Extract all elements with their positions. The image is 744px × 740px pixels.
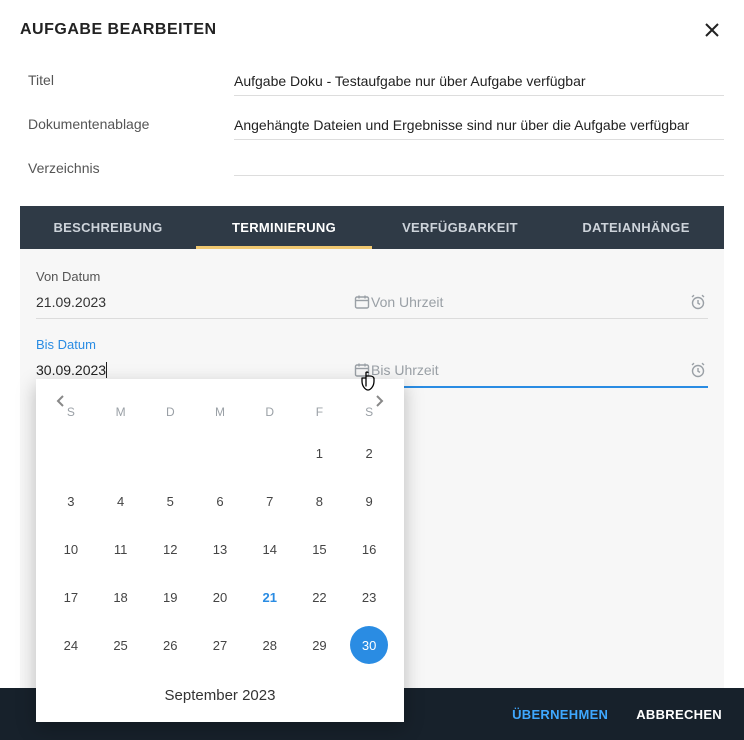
from-time-placeholder[interactable]: Von Uhrzeit (371, 294, 443, 310)
close-button[interactable] (700, 18, 724, 42)
to-date-input[interactable]: 30.09.2023 (36, 360, 106, 380)
calendar-day[interactable]: 20 (195, 573, 245, 621)
calendar-day (245, 429, 295, 477)
calendar-dow: D (245, 405, 295, 419)
calendar-dow: D (145, 405, 195, 419)
calendar-day[interactable]: 6 (195, 477, 245, 525)
calendar-day[interactable]: 12 (145, 525, 195, 573)
calendar-day[interactable]: 21 (245, 573, 295, 621)
calendar-day[interactable]: 10 (46, 525, 96, 573)
calendar-day[interactable]: 5 (145, 477, 195, 525)
title-label: Titel (28, 72, 234, 88)
calendar-icon[interactable] (353, 293, 371, 311)
from-date-label: Von Datum (36, 269, 708, 284)
calendar-icon[interactable] (353, 361, 371, 379)
text-caret (106, 362, 107, 378)
calendar-dow: M (195, 405, 245, 419)
calendar-day[interactable]: 11 (96, 525, 146, 573)
from-date-input[interactable] (36, 292, 353, 312)
calendar-day[interactable]: 16 (344, 525, 394, 573)
tab-availability[interactable]: VERFÜGBARKEIT (372, 206, 548, 249)
to-time-placeholder[interactable]: Bis Uhrzeit (371, 362, 439, 378)
calendar-dow: S (46, 405, 96, 419)
close-icon (704, 22, 720, 38)
calendar-day[interactable]: 29 (295, 621, 345, 669)
calendar-day (145, 429, 195, 477)
tabs: BESCHREIBUNG TERMINIERUNG VERFÜGBARKEIT … (20, 206, 724, 249)
calendar-day (195, 429, 245, 477)
ok-button[interactable]: ÜBERNEHMEN (512, 707, 608, 722)
calendar-dow: M (96, 405, 146, 419)
directory-label: Verzeichnis (28, 160, 234, 176)
calendar-day[interactable]: 27 (195, 621, 245, 669)
calendar-day[interactable]: 28 (245, 621, 295, 669)
calendar-popup: SMDMDFS 12345678910111213141516171819202… (36, 379, 404, 722)
tab-scheduling[interactable]: TERMINIERUNG (196, 206, 372, 249)
tab-attachments[interactable]: DATEIANHÄNGE (548, 206, 724, 249)
title-value[interactable]: Aufgabe Doku - Testaufgabe nur über Aufg… (234, 65, 724, 96)
alarm-icon[interactable] (688, 292, 708, 312)
docstore-value[interactable]: Angehängte Dateien und Ergebnisse sind n… (234, 109, 724, 140)
calendar-day (96, 429, 146, 477)
calendar-day[interactable]: 1 (295, 429, 345, 477)
calendar-day[interactable]: 17 (46, 573, 96, 621)
calendar-day[interactable]: 19 (145, 573, 195, 621)
calendar-day (46, 429, 96, 477)
calendar-day[interactable]: 15 (295, 525, 345, 573)
directory-value[interactable] (234, 161, 724, 176)
cancel-button[interactable]: ABBRECHEN (636, 707, 722, 722)
calendar-day[interactable]: 18 (96, 573, 146, 621)
calendar-day[interactable]: 23 (344, 573, 394, 621)
dialog-title: AUFGABE BEARBEITEN (20, 21, 217, 39)
calendar-day[interactable]: 24 (46, 621, 96, 669)
calendar-day[interactable]: 26 (145, 621, 195, 669)
calendar-day[interactable]: 9 (344, 477, 394, 525)
calendar-day[interactable]: 25 (96, 621, 146, 669)
calendar-day[interactable]: 22 (295, 573, 345, 621)
tab-description[interactable]: BESCHREIBUNG (20, 206, 196, 249)
calendar-day[interactable]: 8 (295, 477, 345, 525)
alarm-icon[interactable] (688, 360, 708, 380)
calendar-day[interactable]: 13 (195, 525, 245, 573)
calendar-month-title: September 2023 (46, 687, 394, 704)
calendar-day[interactable]: 7 (245, 477, 295, 525)
calendar-dow: F (295, 405, 345, 419)
to-date-label: Bis Datum (36, 337, 708, 352)
calendar-day[interactable]: 3 (46, 477, 96, 525)
docstore-label: Dokumentenablage (28, 116, 234, 132)
calendar-day[interactable]: 4 (96, 477, 146, 525)
calendar-day[interactable]: 14 (245, 525, 295, 573)
calendar-dow: S (344, 405, 394, 419)
calendar-day[interactable]: 30 (344, 621, 394, 669)
calendar-day[interactable]: 2 (344, 429, 394, 477)
